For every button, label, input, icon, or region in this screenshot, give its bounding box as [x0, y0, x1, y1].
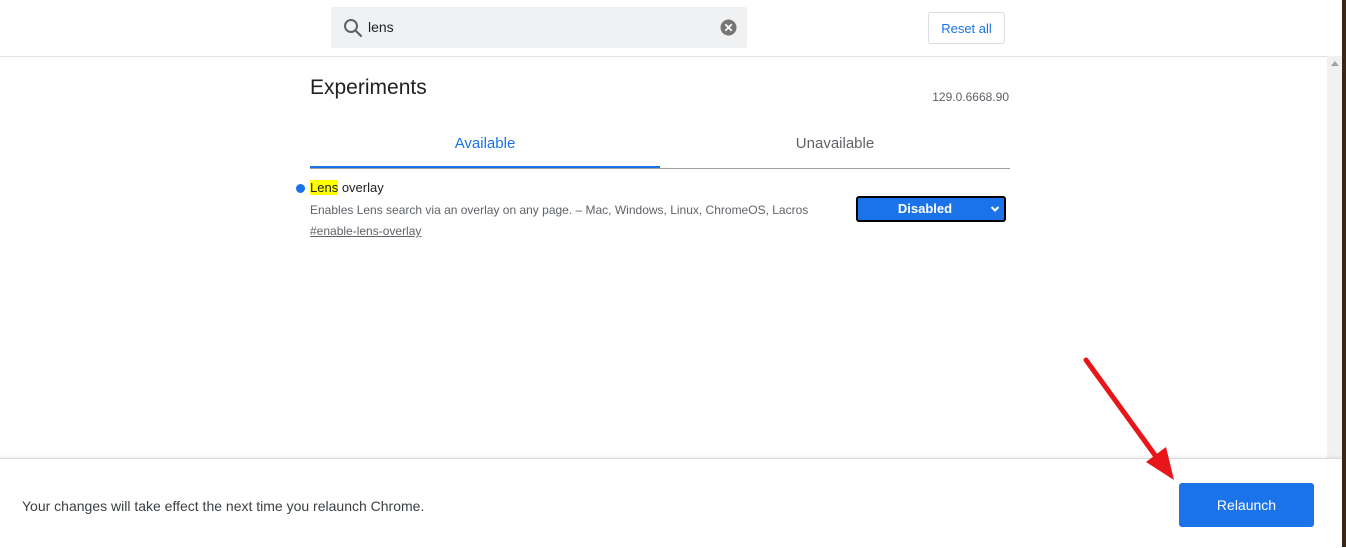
red-arrow-annotation-icon: [1083, 357, 1174, 480]
page-title: Experiments: [310, 76, 427, 99]
experiment-title: Lens overlay: [310, 180, 384, 195]
search-box[interactable]: [331, 7, 747, 48]
experiment-state-select[interactable]: Disabled: [856, 196, 1006, 222]
chevron-down-icon: [990, 206, 1000, 212]
modified-indicator-dot: [296, 184, 305, 193]
experiment-title-rest: overlay: [338, 180, 384, 195]
scrollbar[interactable]: [1327, 56, 1342, 458]
experiment-state-value: Disabled: [897, 201, 953, 216]
scroll-up-arrow-icon[interactable]: [1331, 61, 1339, 66]
tab-unavailable[interactable]: Unavailable: [660, 124, 1010, 167]
tab-bar: Available Unavailable: [310, 124, 1010, 169]
search-match-highlight: Lens: [310, 180, 339, 195]
reset-all-button[interactable]: Reset all: [928, 12, 1005, 44]
version-label: 129.0.6668.90: [932, 90, 1009, 104]
search-icon: [344, 19, 363, 38]
clear-icon[interactable]: [720, 19, 737, 36]
window-edge: [1342, 0, 1346, 547]
experiment-permalink[interactable]: #enable-lens-overlay: [310, 224, 421, 238]
experiment-description: Enables Lens search via an overlay on an…: [310, 203, 809, 217]
relaunch-button[interactable]: Relaunch: [1179, 483, 1314, 527]
search-input[interactable]: [368, 15, 708, 39]
tab-available[interactable]: Available: [310, 124, 660, 168]
header-bar: Reset all: [0, 0, 1342, 57]
relaunch-message: Your changes will take effect the next t…: [22, 498, 425, 514]
